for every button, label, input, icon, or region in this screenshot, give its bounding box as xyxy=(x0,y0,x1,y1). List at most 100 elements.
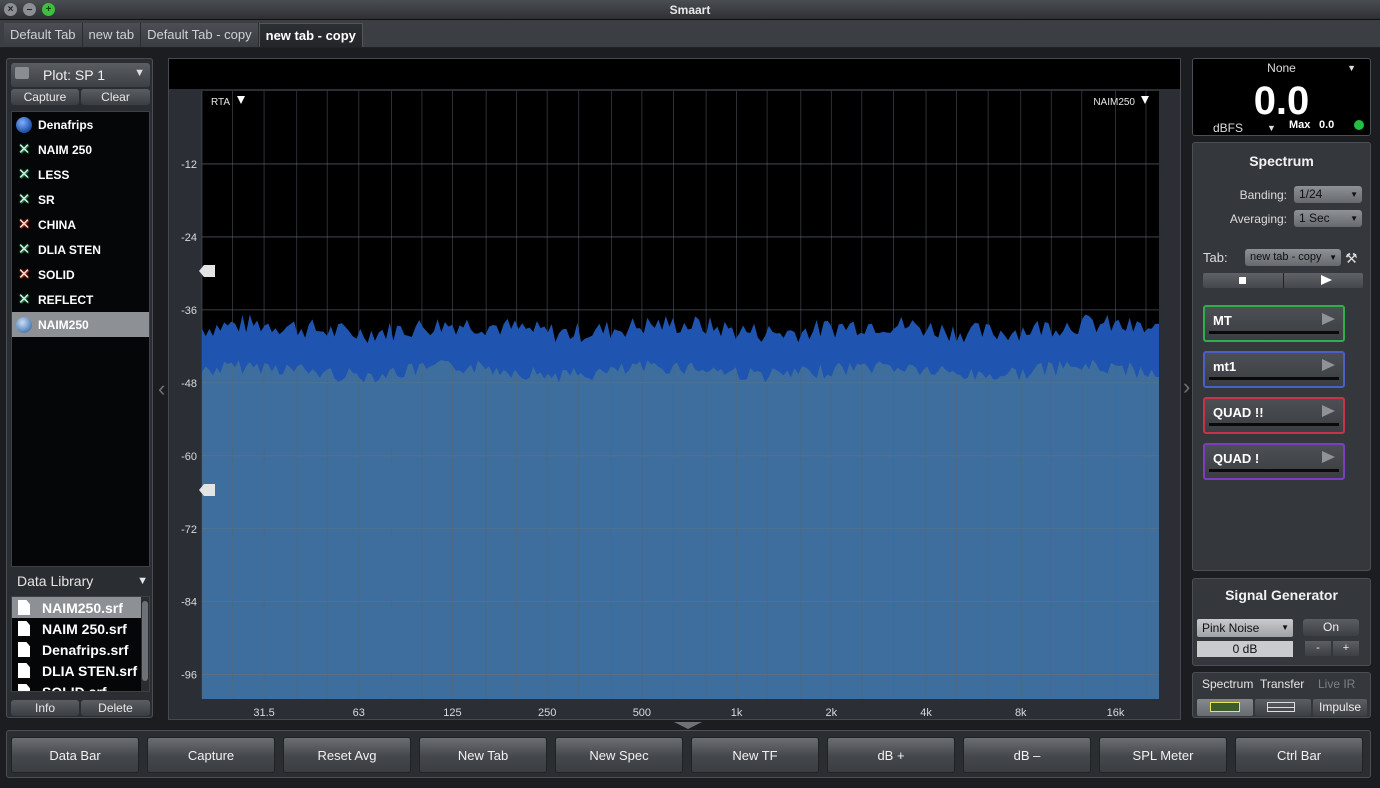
trace-hidden-x-icon[interactable]: ✕ xyxy=(16,141,32,158)
trace-item[interactable]: ✕ LESS xyxy=(12,162,149,187)
chevron-down-icon[interactable]: ▼ xyxy=(1267,123,1276,133)
db-minus-button[interactable]: dB – xyxy=(963,737,1091,773)
library-item[interactable]: Denafrips.srf xyxy=(12,639,149,660)
spl-meter-button[interactable]: SPL Meter xyxy=(1099,737,1227,773)
trace-item[interactable]: ✕ SOLID xyxy=(12,262,149,287)
capture-button[interactable]: Capture xyxy=(147,737,275,773)
range-handle-icon[interactable] xyxy=(199,484,215,496)
rta-label[interactable]: RTA xyxy=(211,97,230,108)
collapse-right-icon[interactable]: › xyxy=(1183,374,1191,400)
play-icon[interactable] xyxy=(1322,405,1335,417)
new-tf-button[interactable]: New TF xyxy=(691,737,819,773)
library-item-label: NAIM 250.srf xyxy=(42,620,127,637)
level-plus-button[interactable]: + xyxy=(1333,641,1359,656)
level-minus-button[interactable]: - xyxy=(1305,641,1331,656)
trace-visible-circle-icon[interactable] xyxy=(16,316,32,333)
x-tick-label: 1k xyxy=(731,707,743,719)
play-icon[interactable] xyxy=(1322,313,1335,325)
tab-new-tab-copy[interactable]: new tab - copy xyxy=(258,23,363,47)
averaging-select[interactable]: 1 Sec ▼ xyxy=(1294,210,1362,227)
file-icon xyxy=(18,642,30,657)
tab-label: Tab: xyxy=(1203,250,1228,265)
signal-on-button[interactable]: On xyxy=(1303,619,1359,636)
delete-button[interactable]: Delete xyxy=(81,700,150,716)
measurement-quad[interactable]: QUAD !! xyxy=(1203,397,1345,434)
trace-item[interactable]: ✕ REFLECT xyxy=(12,287,149,312)
wrench-icon[interactable]: ⚒ xyxy=(1345,250,1358,267)
data-library-label: Data Library xyxy=(17,573,94,589)
library-item[interactable]: SOLID.srf xyxy=(12,681,149,692)
meter-source[interactable]: None xyxy=(1193,61,1370,75)
collapse-left-icon[interactable]: ‹ xyxy=(158,376,166,402)
reset-avg-button[interactable]: Reset Avg xyxy=(283,737,411,773)
rta-plot[interactable]: -12 -24 -36 -48 -60 -72 -84 -96 31.5 63 125 250 500 1… xyxy=(168,58,1181,720)
capture-trace-button[interactable]: Capture xyxy=(11,89,79,105)
trace-hidden-x-icon[interactable]: ✕ xyxy=(16,216,32,233)
db-plus-button[interactable]: dB + xyxy=(827,737,955,773)
tab-select-value: new tab - copy xyxy=(1250,251,1322,263)
new-spec-button[interactable]: New Spec xyxy=(555,737,683,773)
range-handle-icon[interactable] xyxy=(199,265,215,277)
data-bar-button[interactable]: Data Bar xyxy=(11,737,139,773)
scrollbar-thumb[interactable] xyxy=(142,601,148,681)
banding-select[interactable]: 1/24 ▼ xyxy=(1294,186,1362,203)
chevron-down-icon[interactable]: ▼ xyxy=(1347,63,1356,73)
transport-control xyxy=(1203,273,1363,288)
play-icon[interactable] xyxy=(1321,275,1332,285)
trace-hidden-x-icon[interactable]: ✕ xyxy=(16,166,32,183)
library-scrollbar[interactable] xyxy=(141,597,149,691)
trace-item[interactable]: ✕ SR xyxy=(12,187,149,212)
measurement-level-bar xyxy=(1209,423,1339,426)
signal-level-field[interactable]: 0 dB xyxy=(1197,641,1293,657)
data-library-header[interactable]: Data Library ▼ xyxy=(11,573,150,593)
tab-default-tab-copy[interactable]: Default Tab - copy xyxy=(141,23,259,47)
spectrum-mode-button[interactable] xyxy=(1197,699,1253,716)
trace-label: SOLID xyxy=(38,267,75,282)
transfer-mode-icon xyxy=(1267,702,1295,712)
trace-item[interactable]: NAIM250 xyxy=(12,312,149,337)
tab-select[interactable]: new tab - copy ▼ xyxy=(1245,249,1341,266)
trace-visible-circle-icon[interactable] xyxy=(16,116,32,133)
x-tick-label: 2k xyxy=(826,707,838,719)
tab-new-tab[interactable]: new tab xyxy=(82,23,142,47)
trace-item[interactable]: ✕ CHINA xyxy=(12,212,149,237)
y-tick-label: -36 xyxy=(181,305,197,317)
measurement-mt1[interactable]: mt1 xyxy=(1203,351,1345,388)
measurement-level-bar xyxy=(1209,469,1339,472)
trace-item[interactable]: Denafrips xyxy=(12,112,149,137)
trace-hidden-x-icon[interactable]: ✕ xyxy=(16,291,32,308)
new-tab-button[interactable]: New Tab xyxy=(419,737,547,773)
ctrl-bar-button[interactable]: Ctrl Bar xyxy=(1235,737,1363,773)
spectrum-plot-svg[interactable]: -12 -24 -36 -48 -60 -72 -84 -96 31.5 63 125 250 500 1… xyxy=(169,59,1182,721)
plot-select[interactable]: Plot: SP 1 ▼ xyxy=(11,63,150,87)
mode-transfer-label: Transfer xyxy=(1260,677,1305,691)
measurement-quad[interactable]: QUAD ! xyxy=(1203,443,1345,480)
clear-button[interactable]: Clear xyxy=(81,89,150,105)
stop-icon[interactable] xyxy=(1239,277,1246,284)
trace-hidden-x-icon[interactable]: ✕ xyxy=(16,266,32,283)
impulse-button[interactable]: Impulse xyxy=(1313,699,1367,716)
trace-item[interactable]: ✕ DLIA STEN xyxy=(12,237,149,262)
play-icon[interactable] xyxy=(1322,359,1335,371)
library-item[interactable]: NAIM 250.srf xyxy=(12,618,149,639)
info-button[interactable]: Info xyxy=(11,700,79,716)
tab-default-tab[interactable]: Default Tab xyxy=(4,23,83,47)
measurement-mt[interactable]: MT xyxy=(1203,305,1345,342)
trace-name-label[interactable]: NAIM250 xyxy=(1093,97,1135,108)
trace-hidden-x-icon[interactable]: ✕ xyxy=(16,241,32,258)
transfer-mode-button[interactable] xyxy=(1255,699,1311,716)
plot-toggle-icon[interactable] xyxy=(15,67,29,79)
library-item-label: SOLID.srf xyxy=(42,683,107,692)
signal-generator-panel: Signal Generator Pink Noise ▼ 0 dB On - + xyxy=(1192,578,1371,666)
meter-value: 0.0 xyxy=(1253,79,1310,123)
play-icon[interactable] xyxy=(1322,451,1335,463)
meter-unit[interactable]: dBFS xyxy=(1213,121,1243,135)
library-item[interactable]: DLIA STEN.srf xyxy=(12,660,149,681)
trace-item[interactable]: ✕ NAIM 250 xyxy=(12,137,149,162)
collapse-bottom-icon[interactable] xyxy=(674,722,702,729)
measurement-label: QUAD !! xyxy=(1213,405,1264,420)
chevron-down-icon: ▼ xyxy=(137,575,148,587)
signal-type-select[interactable]: Pink Noise ▼ xyxy=(1197,619,1293,637)
library-item[interactable]: NAIM250.srf xyxy=(12,597,149,618)
trace-hidden-x-icon[interactable]: ✕ xyxy=(16,191,32,208)
